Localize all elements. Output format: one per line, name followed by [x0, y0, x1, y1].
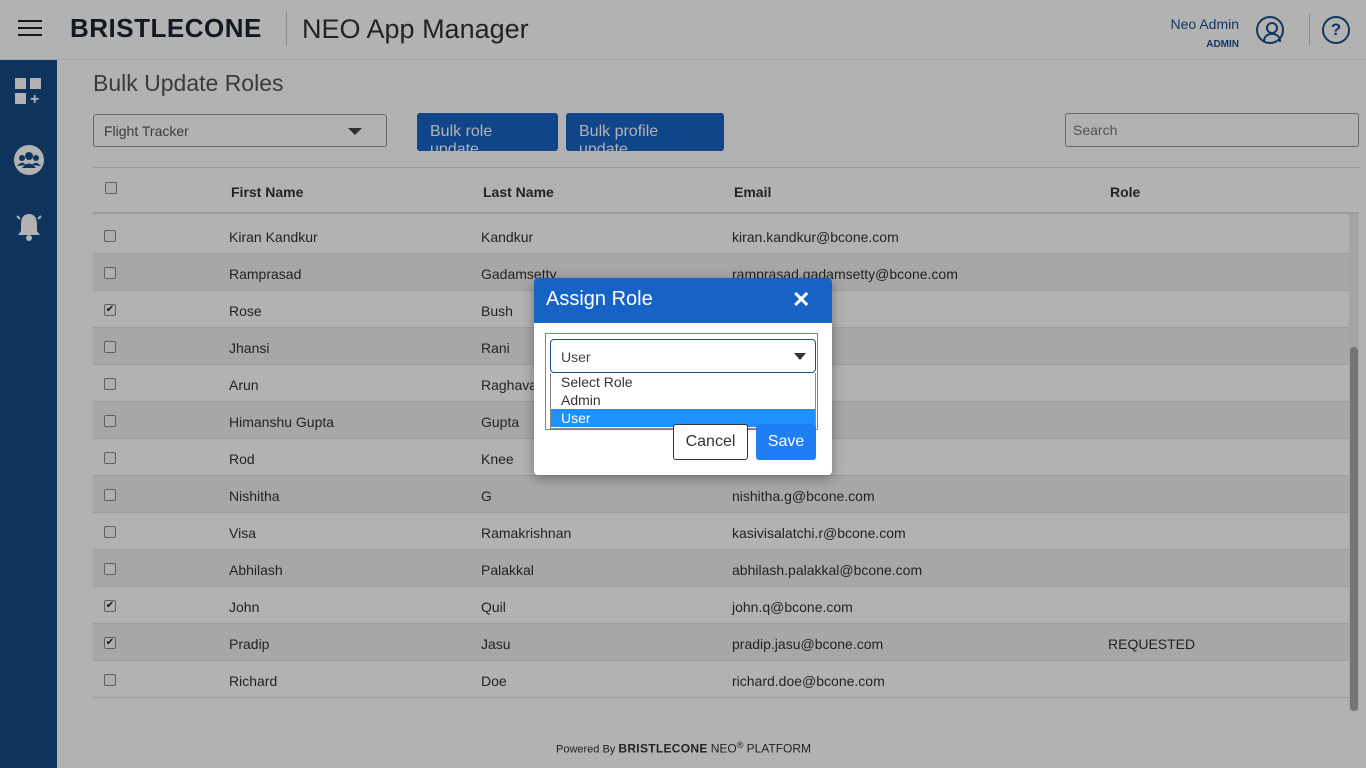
modal-title: Assign Role: [546, 288, 653, 310]
assign-role-modal: Assign Role ✕ User Select Role Admin User …: [534, 278, 832, 475]
role-select[interactable]: User: [550, 339, 816, 373]
modal-header: Assign Role ✕: [534, 278, 832, 323]
role-option[interactable]: Admin: [551, 391, 815, 409]
close-icon[interactable]: ✕: [792, 287, 810, 313]
role-options-list: Select Role Admin User: [550, 373, 816, 429]
chevron-down-icon: [794, 353, 806, 360]
cancel-button[interactable]: Cancel: [673, 424, 748, 460]
role-select-value: User: [561, 349, 591, 365]
save-button[interactable]: Save: [756, 424, 816, 460]
role-option[interactable]: Select Role: [551, 373, 815, 391]
